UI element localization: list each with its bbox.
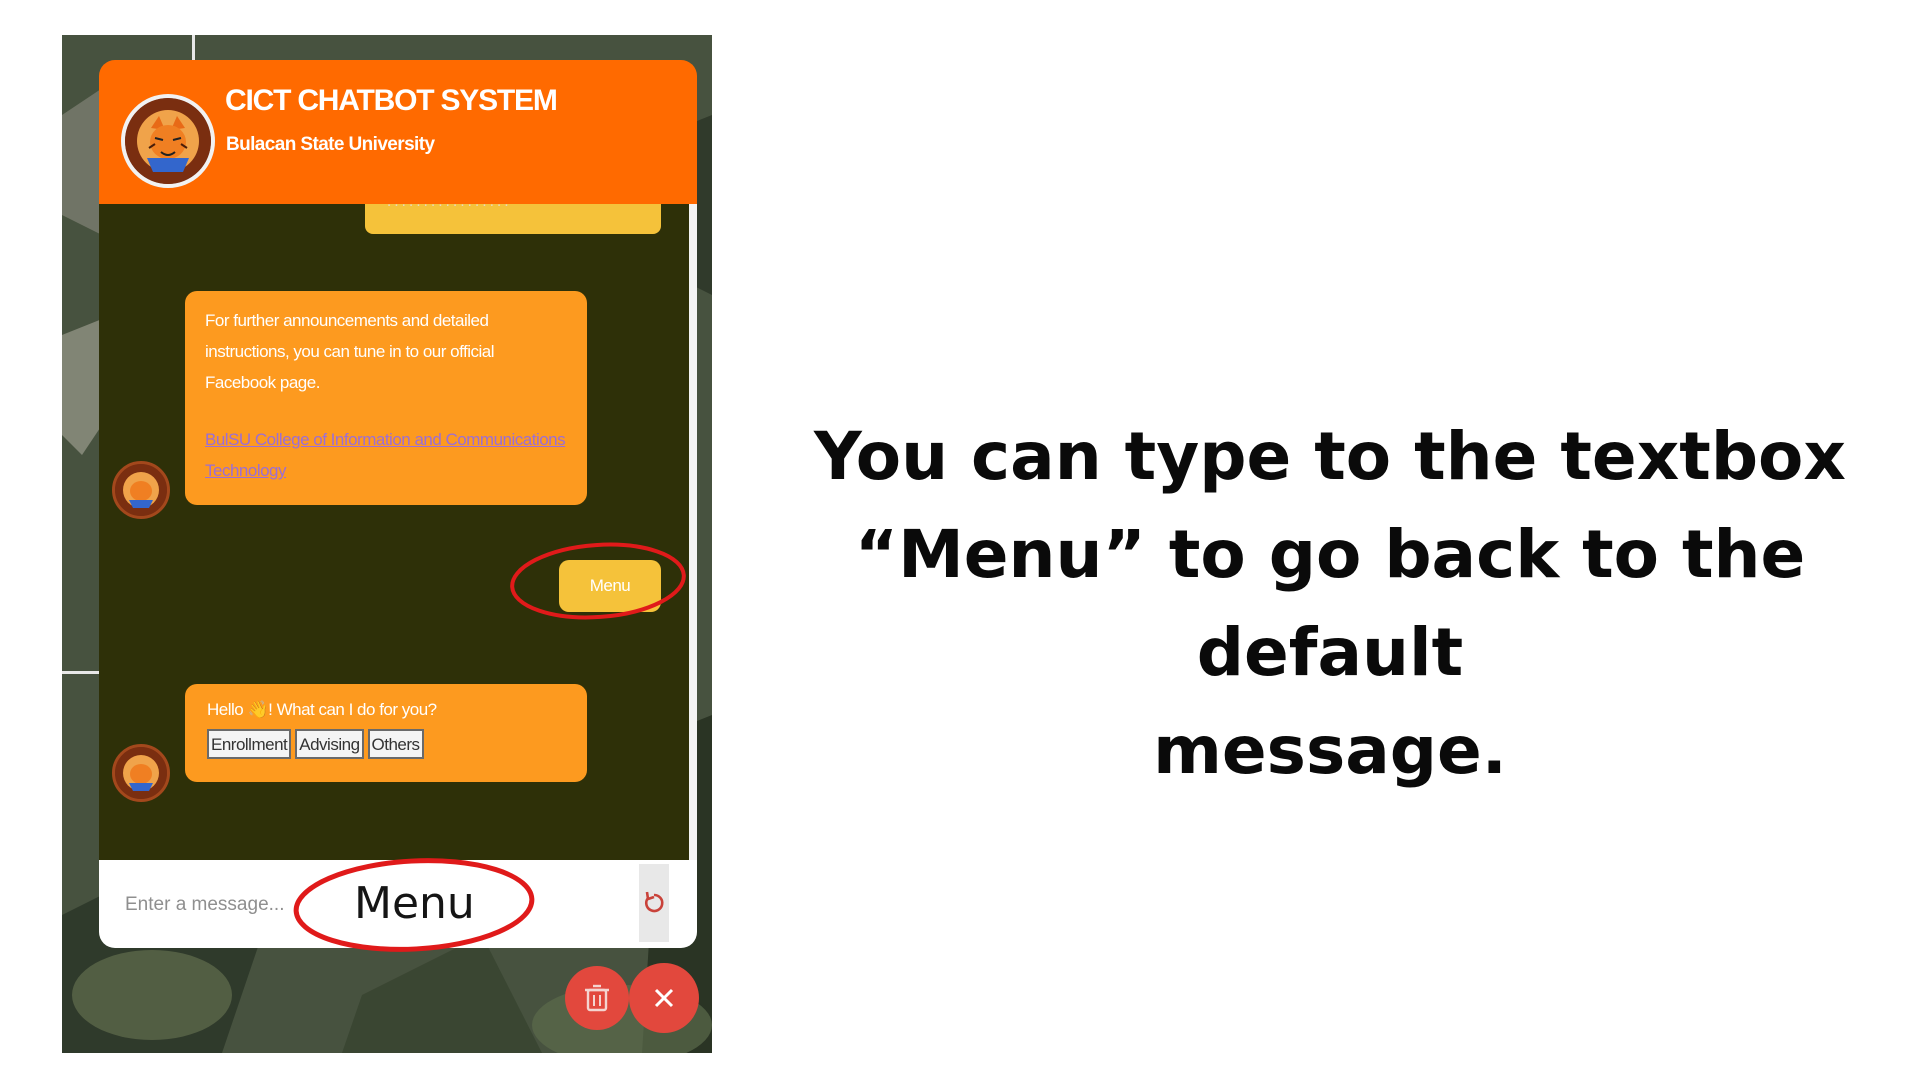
announcement-text: For further announcements and detailed i… bbox=[205, 311, 495, 392]
greeting-text: Hello 👋! What can I do for you? bbox=[207, 700, 437, 719]
caption-line-3: message. bbox=[1153, 712, 1507, 789]
bot-message-bubble: For further announcements and detailed i… bbox=[185, 291, 587, 505]
caption-line-2: “Menu” to go back to the default bbox=[854, 516, 1806, 691]
close-chat-button[interactable] bbox=[629, 963, 699, 1033]
message-input[interactable] bbox=[123, 882, 537, 928]
trash-icon bbox=[585, 984, 609, 1012]
background-line bbox=[62, 671, 102, 674]
chatbot-subtitle: Bulacan State University bbox=[226, 134, 435, 155]
bot-greeting-bubble: Hello 👋! What can I do for you? Enrollme… bbox=[185, 684, 587, 782]
chat-header: CICT CHATBOT SYSTEM Bulacan State Univer… bbox=[99, 60, 697, 204]
quick-replies: Enrollment Advising Others bbox=[207, 729, 565, 760]
chatbot-screenshot: CICT CHATBOT SYSTEM Bulacan State Univer… bbox=[62, 35, 712, 1053]
bot-avatar bbox=[112, 744, 170, 802]
typed-menu-text: Menu bbox=[354, 878, 475, 929]
quick-reply-advising[interactable]: Advising bbox=[295, 729, 364, 759]
caption-line-1: You can type to the textbox bbox=[814, 418, 1846, 495]
quick-reply-others[interactable]: Others bbox=[367, 729, 424, 759]
delete-chat-button[interactable] bbox=[565, 966, 629, 1030]
quick-reply-enrollment[interactable]: Enrollment bbox=[207, 729, 292, 759]
bot-avatar bbox=[112, 461, 170, 519]
chat-messages: . . . . . . . . . . . . . . . . . For fu… bbox=[99, 204, 697, 860]
refresh-button[interactable] bbox=[639, 864, 669, 942]
tiger-mascot-logo bbox=[121, 94, 215, 188]
background-line bbox=[192, 35, 195, 63]
refresh-icon bbox=[644, 891, 664, 913]
close-icon bbox=[654, 988, 674, 1008]
user-message-bubble: . . . . . . . . . . . . . . . . . bbox=[365, 204, 661, 234]
facebook-page-link[interactable]: BulSU College of Information and Communi… bbox=[205, 424, 567, 486]
chat-window: CICT CHATBOT SYSTEM Bulacan State Univer… bbox=[99, 60, 697, 948]
chatbot-title: CICT CHATBOT SYSTEM bbox=[225, 84, 558, 117]
truncated-message: . . . . . . . . . . . . . . . . . bbox=[387, 204, 509, 217]
instruction-caption: You can type to the textbox “Menu” to go… bbox=[760, 408, 1900, 800]
user-message-bubble: Menu bbox=[559, 560, 661, 612]
